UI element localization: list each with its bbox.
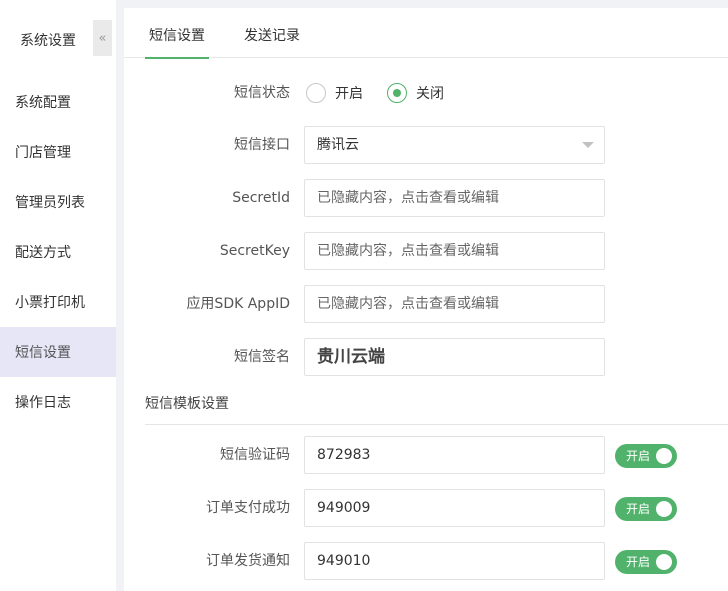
sidebar-item-label: 短信设置 (15, 345, 71, 361)
sidebar-item-sms-settings[interactable]: 短信设置 (0, 327, 116, 377)
secret-key-label: SecretKey (219, 243, 290, 259)
radio-disable-label[interactable]: 关闭 (416, 83, 444, 103)
sidebar-item-admin-list[interactable]: 管理员列表 (0, 177, 116, 227)
main-panel: 短信设置 发送记录 短信状态 开启 关闭 短信接口 腾讯云 SecretId 已… (124, 8, 728, 591)
toggle-label: 开启 (626, 449, 651, 463)
template-row-payment-success: 订单支付成功 949009 开启 (124, 489, 728, 527)
sidebar-item-system-config[interactable]: 系统配置 (0, 77, 116, 127)
collapse-sidebar-button[interactable]: « (93, 20, 112, 56)
signature-label: 短信签名 (234, 349, 290, 365)
sidebar: 系统设置 « 系统配置 门店管理 管理员列表 配送方式 小票打印机 短信设置 操… (0, 0, 116, 591)
signature-input[interactable]: 贵川云端 (304, 338, 605, 376)
template-toggle[interactable]: 开启 (615, 444, 677, 468)
template-id-input[interactable]: 949010 (304, 542, 605, 580)
toggle-label: 开启 (626, 555, 651, 569)
toggle-knob (656, 448, 672, 464)
radio-enable[interactable] (306, 83, 326, 103)
sms-status-label: 短信状态 (234, 85, 290, 101)
tab-send-records[interactable]: 发送记录 (244, 8, 300, 58)
template-row-shipping-notice: 订单发货通知 949010 开启 (124, 542, 728, 580)
template-toggle[interactable]: 开启 (615, 550, 677, 574)
template-id-input[interactable]: 949009 (304, 489, 605, 527)
radio-disable[interactable] (387, 83, 407, 103)
sidebar-item-operation-log[interactable]: 操作日志 (0, 377, 116, 427)
sidebar-item-label: 门店管理 (15, 145, 71, 161)
secret-key-row: SecretKey 已隐藏内容，点击查看或编辑 (124, 232, 728, 270)
app-id-label: 应用SDK AppID (186, 296, 290, 312)
template-label: 短信验证码 (220, 447, 290, 463)
sidebar-item-store-management[interactable]: 门店管理 (0, 127, 116, 177)
toggle-knob (656, 501, 672, 517)
sms-interface-label: 短信接口 (234, 137, 290, 153)
secret-key-input[interactable]: 已隐藏内容，点击查看或编辑 (304, 232, 605, 270)
sidebar-item-delivery-methods[interactable]: 配送方式 (0, 227, 116, 277)
chevron-down-icon (582, 142, 594, 148)
sidebar-item-label: 小票打印机 (15, 295, 85, 311)
sidebar-item-label: 配送方式 (15, 245, 71, 261)
template-row-verification-code: 短信验证码 872983 开启 (124, 436, 728, 474)
tab-sms-settings[interactable]: 短信设置 (145, 8, 209, 59)
template-label: 订单支付成功 (206, 500, 290, 516)
sidebar-item-label: 操作日志 (15, 395, 71, 411)
template-id-input[interactable]: 872983 (304, 436, 605, 474)
template-label: 订单发货通知 (206, 553, 290, 569)
sidebar-item-label: 管理员列表 (15, 195, 85, 211)
tab-bar: 短信设置 发送记录 (124, 8, 728, 59)
sidebar-header: 系统设置 « (0, 0, 116, 78)
template-section-title: 短信模板设置 (145, 396, 229, 412)
secret-id-label: SecretId (232, 190, 290, 206)
toggle-label: 开启 (626, 502, 651, 516)
sidebar-item-receipt-printer[interactable]: 小票打印机 (0, 277, 116, 327)
signature-row: 短信签名 贵川云端 (124, 338, 728, 376)
sidebar-item-label: 系统配置 (15, 95, 71, 111)
sidebar-title: 系统设置 (20, 33, 76, 49)
section-divider (145, 424, 728, 425)
app-id-input[interactable]: 已隐藏内容，点击查看或编辑 (304, 285, 605, 323)
secret-id-row: SecretId 已隐藏内容，点击查看或编辑 (124, 179, 728, 217)
sms-interface-value: 腾讯云 (317, 137, 359, 153)
sms-interface-select[interactable]: 腾讯云 (304, 126, 605, 164)
template-toggle[interactable]: 开启 (615, 497, 677, 521)
toggle-knob (656, 554, 672, 570)
secret-id-input[interactable]: 已隐藏内容，点击查看或编辑 (304, 179, 605, 217)
sms-status-row: 短信状态 开启 关闭 (124, 74, 728, 112)
radio-enable-label[interactable]: 开启 (335, 83, 363, 103)
app-id-row: 应用SDK AppID 已隐藏内容，点击查看或编辑 (124, 285, 728, 323)
sms-status-radio-group: 开启 关闭 (306, 74, 468, 112)
sms-interface-row: 短信接口 腾讯云 (124, 126, 728, 164)
